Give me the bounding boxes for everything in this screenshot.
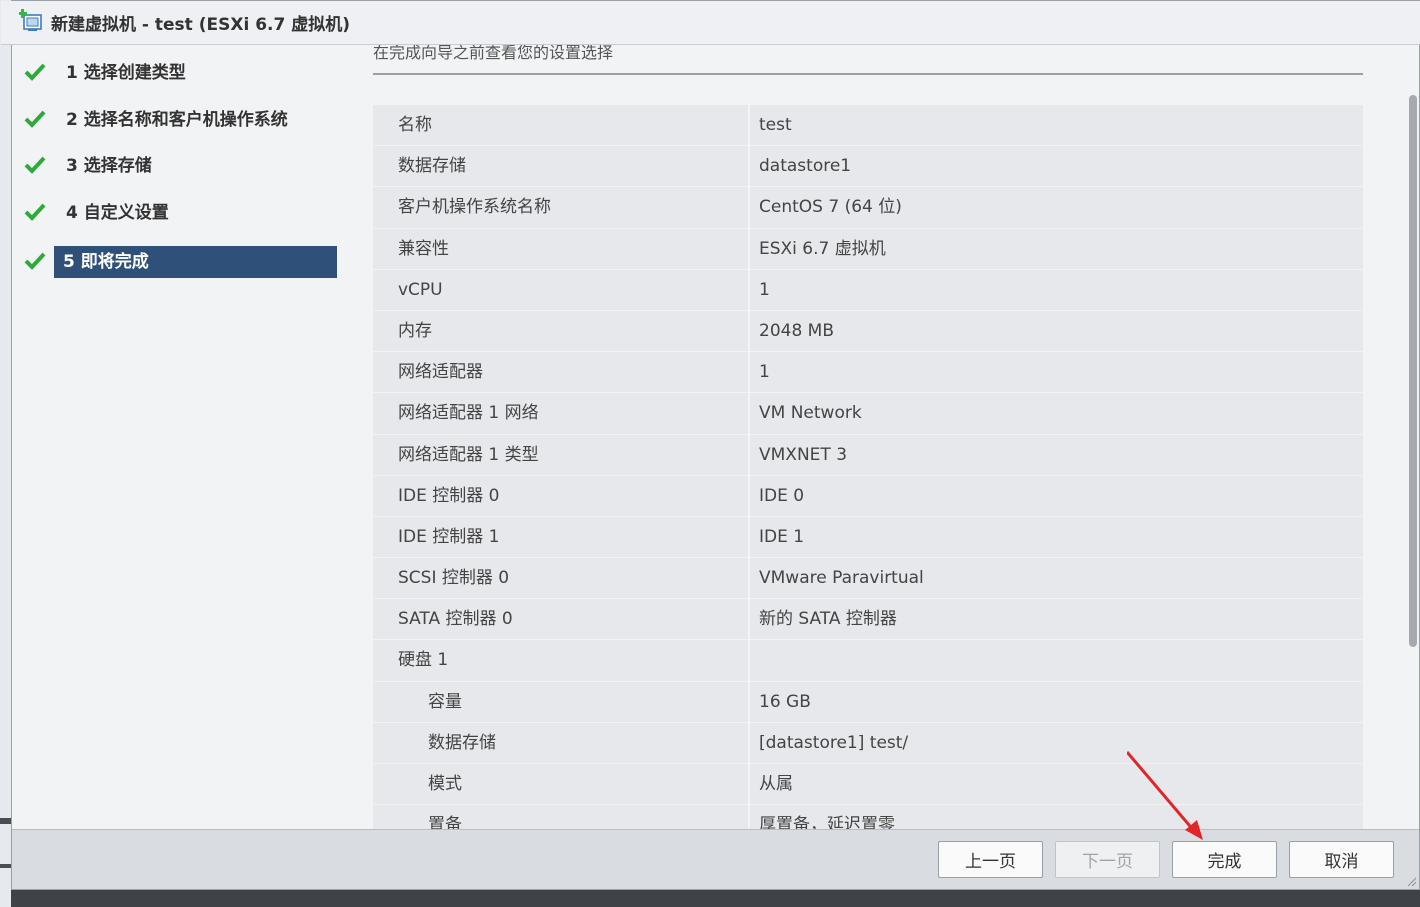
- vertical-scrollbar[interactable]: [1409, 95, 1417, 647]
- row-value: 16 GB: [750, 681, 1363, 722]
- next-button: 下一页: [1055, 841, 1160, 878]
- row-key: SATA 控制器 0: [373, 599, 748, 640]
- step-select-creation-type[interactable]: 1 选择创建类型: [24, 57, 344, 89]
- background-app-strip: [11, 890, 1420, 907]
- check-icon: [24, 110, 46, 128]
- row-value: 新的 SATA 控制器: [750, 599, 1363, 640]
- finish-button[interactable]: 完成: [1172, 841, 1277, 878]
- row-key: SCSI 控制器 0: [373, 558, 748, 599]
- table-row: 硬盘 1: [373, 640, 1363, 682]
- row-key: 容量: [373, 681, 748, 722]
- cancel-button[interactable]: 取消: [1289, 841, 1394, 878]
- row-key: IDE 控制器 0: [373, 475, 748, 516]
- new-vm-dialog: 新建虚拟机 - test (ESXi 6.7 虚拟机) 1 选择创建类型 2 选…: [1, 0, 1420, 890]
- row-key: IDE 控制器 1: [373, 516, 748, 558]
- row-key: 数据存储: [373, 146, 748, 187]
- check-icon: [24, 203, 46, 221]
- table-row: 网络适配器 1 类型 VMXNET 3: [373, 434, 1363, 476]
- check-icon: [24, 156, 46, 174]
- row-value: ESXi 6.7 虚拟机: [750, 228, 1363, 269]
- row-value: [750, 640, 1363, 681]
- check-icon: [24, 252, 46, 270]
- table-row: IDE 控制器 0 IDE 0: [373, 475, 1363, 517]
- summary-table: 名称 test 数据存储 datastore1 客户机操作系统名称 CentOS 7 …: [373, 105, 1363, 829]
- step-select-name-os[interactable]: 2 选择名称和客户机操作系统: [24, 104, 344, 136]
- table-row: vCPU 1: [373, 269, 1363, 311]
- table-row: 网络适配器 1: [373, 352, 1363, 394]
- table-row: 客户机操作系统名称 CentOS 7 (64 位): [373, 187, 1363, 229]
- background-divider: [0, 818, 11, 824]
- resize-grip-icon[interactable]: [1407, 877, 1417, 887]
- step-label: 2 选择名称和客户机操作系统: [66, 110, 288, 130]
- row-value: [datastore1] test/: [750, 722, 1363, 763]
- table-row: IDE 控制器 1 IDE 1: [373, 516, 1363, 559]
- row-value: 1: [750, 269, 1363, 310]
- check-icon: [24, 63, 46, 81]
- row-value: datastore1: [750, 146, 1363, 187]
- row-value: test: [750, 105, 1363, 146]
- table-row: 容量 16 GB: [373, 681, 1363, 723]
- wizard-steps: 1 选择创建类型 2 选择名称和客户机操作系统 3 选择存储 4 自定义设置 5…: [12, 45, 357, 829]
- row-value: VMXNET 3: [750, 434, 1363, 475]
- row-key: 客户机操作系统名称: [373, 187, 748, 228]
- dialog-title: 新建虚拟机 - test (ESXi 6.7 虚拟机): [51, 15, 350, 35]
- step-label: 3 选择存储: [66, 156, 152, 176]
- vm-add-icon: [19, 9, 42, 31]
- row-value: VM Network: [750, 393, 1363, 434]
- step-select-storage[interactable]: 3 选择存储: [24, 150, 344, 182]
- row-value: 从属: [750, 764, 1363, 805]
- table-row: 网络适配器 1 网络 VM Network: [373, 393, 1363, 435]
- background-app-edge: [0, 0, 11, 907]
- summary-hint: 在完成向导之前查看您的设置选择: [373, 45, 614, 62]
- table-row: 名称 test: [373, 105, 1363, 147]
- summary-panel: 在完成向导之前查看您的设置选择 名称 test 数据存储 datastore1 客户…: [357, 45, 1419, 829]
- row-value: VMware Paravirtual: [750, 558, 1363, 599]
- row-key: vCPU: [373, 269, 748, 310]
- row-value: IDE 0: [750, 475, 1363, 516]
- table-row: 数据存储 datastore1: [373, 146, 1363, 188]
- step-customize-settings[interactable]: 4 自定义设置: [24, 197, 344, 229]
- row-key: 硬盘 1: [373, 640, 748, 681]
- row-value: 1: [750, 352, 1363, 393]
- row-value: 2048 MB: [750, 310, 1363, 352]
- row-key: 模式: [373, 764, 748, 805]
- row-key: 网络适配器 1 网络: [373, 393, 748, 434]
- background-divider: [0, 864, 11, 868]
- step-label: 1 选择创建类型: [66, 63, 186, 83]
- row-key: 网络适配器: [373, 352, 748, 393]
- table-row: 兼容性 ESXi 6.7 虚拟机: [373, 228, 1363, 270]
- row-key: 兼容性: [373, 228, 748, 269]
- row-key: 内存: [373, 310, 748, 352]
- previous-button[interactable]: 上一页: [938, 841, 1043, 878]
- annotation-arrow-icon: [1127, 751, 1203, 840]
- row-value: CentOS 7 (64 位): [750, 187, 1363, 228]
- step-ready-to-complete[interactable]: 5 即将完成: [24, 246, 344, 278]
- table-row: SATA 控制器 0 新的 SATA 控制器: [373, 599, 1363, 641]
- table-row: 内存 2048 MB: [373, 310, 1363, 353]
- row-key: 网络适配器 1 类型: [373, 434, 748, 475]
- divider: [373, 73, 1363, 75]
- row-key: 名称: [373, 105, 748, 146]
- row-key: 数据存储: [373, 722, 748, 763]
- step-label: 4 自定义设置: [66, 203, 169, 223]
- dialog-titlebar: 新建虚拟机 - test (ESXi 6.7 虚拟机): [1, 1, 1420, 45]
- step-label: 5 即将完成: [54, 246, 337, 278]
- row-value: 厚置备，延迟置零: [750, 805, 1363, 829]
- row-value: IDE 1: [750, 516, 1363, 558]
- table-row: SCSI 控制器 0 VMware Paravirtual: [373, 558, 1363, 600]
- row-key: 置备: [373, 805, 748, 829]
